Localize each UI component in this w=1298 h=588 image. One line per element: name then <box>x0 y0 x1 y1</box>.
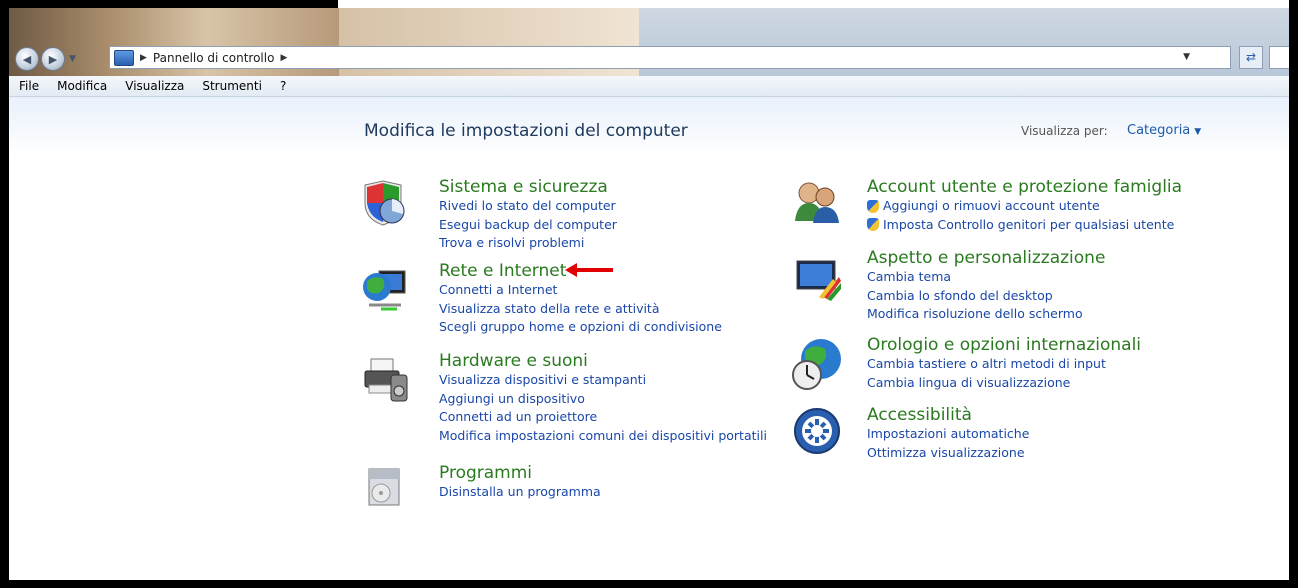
category-title-clock-region[interactable]: Orologio e opzioni internazionali <box>867 335 1141 355</box>
accessibility-icon <box>794 408 840 454</box>
monitor-paint-icon <box>796 260 841 301</box>
category-title-user-accounts[interactable]: Account utente e protezione famiglia <box>867 177 1182 197</box>
printer-speaker-icon <box>364 358 408 402</box>
menu-bar: File Modifica Visualizza Strumenti ? <box>9 76 1289 97</box>
menu-file[interactable]: File <box>19 79 39 93</box>
red-arrow-annotation-icon <box>565 263 613 277</box>
breadcrumb-arrow-icon[interactable]: ▶ <box>280 53 287 63</box>
link-review-computer-status[interactable]: Rivedi lo stato del computer <box>439 197 617 216</box>
recent-pages-dropdown-icon[interactable]: ▼ <box>69 54 76 64</box>
link-optimize-display[interactable]: Ottimizza visualizzazione <box>867 444 1029 463</box>
menu-visualizza[interactable]: Visualizza <box>125 79 184 93</box>
link-parental-controls-label: Imposta Controllo genitori per qualsiasi… <box>883 216 1175 232</box>
link-network-status[interactable]: Visualizza stato della rete e attività <box>439 300 722 319</box>
view-by-value: Categoria <box>1127 123 1191 138</box>
link-troubleshoot[interactable]: Trova e risolvi problemi <box>439 234 617 253</box>
link-devices-printers[interactable]: Visualizza dispositivi e stampanti <box>439 371 767 390</box>
link-add-device[interactable]: Aggiungi un dispositivo <box>439 390 767 409</box>
refresh-button[interactable]: ⇄ <box>1239 46 1263 69</box>
window-chrome: ◀ ▶ ▼ ▶ Pannello di controllo ▶ ▼ ⇄ <box>9 8 1289 76</box>
globe-clock-icon <box>792 339 841 390</box>
refresh-icon: ⇄ <box>1245 50 1257 64</box>
shield-pie-icon <box>364 180 405 226</box>
link-display-language[interactable]: Cambia lingua di visualizzazione <box>867 374 1141 393</box>
link-uninstall-program[interactable]: Disinstalla un programma <box>439 483 601 502</box>
link-mobility-settings[interactable]: Modifica impostazioni comuni dei disposi… <box>439 427 767 446</box>
link-change-background[interactable]: Cambia lo sfondo del desktop <box>867 287 1105 306</box>
menu-help[interactable]: ? <box>280 79 286 93</box>
control-panel-icon <box>114 49 134 66</box>
link-auto-settings[interactable]: Impostazioni automatiche <box>867 425 1029 444</box>
uac-shield-icon <box>867 199 879 213</box>
forward-button[interactable]: ▶ <box>41 47 65 71</box>
uac-shield-icon <box>867 218 879 232</box>
search-input[interactable] <box>1269 46 1289 69</box>
control-panel-content: Modifica le impostazioni del computer Vi… <box>9 97 1289 580</box>
breadcrumb-arrow-icon[interactable]: ▶ <box>140 53 147 63</box>
category-title-accessibility[interactable]: Accessibilità <box>867 405 1029 425</box>
breadcrumb-control-panel[interactable]: Pannello di controllo <box>153 51 275 65</box>
category-title-programs[interactable]: Programmi <box>439 463 601 483</box>
link-connect-internet[interactable]: Connetti a Internet <box>439 281 722 300</box>
chevron-down-icon: ▼ <box>1194 127 1202 137</box>
link-change-theme[interactable]: Cambia tema <box>867 268 1105 287</box>
link-homegroup-sharing[interactable]: Scegli gruppo home e opzioni di condivis… <box>439 318 722 337</box>
address-dropdown-icon[interactable]: ▼ <box>1183 52 1190 62</box>
category-appearance: Aspetto e personalizzazione Cambia tema … <box>867 248 1105 324</box>
back-button[interactable]: ◀ <box>15 47 39 71</box>
link-change-keyboards[interactable]: Cambia tastiere o altri metodi di input <box>867 355 1141 374</box>
users-icon <box>795 182 839 223</box>
category-programs: Programmi Disinstalla un programma <box>439 463 601 502</box>
link-backup-computer[interactable]: Esegui backup del computer <box>439 216 617 235</box>
programs-box-icon <box>368 468 400 506</box>
category-hardware-sound: Hardware e suoni Visualizza dispositivi … <box>439 351 767 445</box>
link-add-remove-accounts[interactable]: Aggiungi o rimuovi account utente <box>867 197 1182 216</box>
address-bar[interactable]: ▶ Pannello di controllo ▶ ▼ <box>109 46 1231 69</box>
category-system-security: Sistema e sicurezza Rivedi lo stato del … <box>439 177 617 253</box>
category-accessibility: Accessibilità Impostazioni automatiche O… <box>867 405 1029 462</box>
link-add-remove-accounts-label: Aggiungi o rimuovi account utente <box>883 198 1100 213</box>
globe-network-icon <box>363 270 406 311</box>
category-title-system-security[interactable]: Sistema e sicurezza <box>439 177 617 197</box>
top-border <box>0 0 1298 8</box>
link-connect-projector[interactable]: Connetti ad un proiettore <box>439 408 767 427</box>
navigation-buttons: ◀ ▶ ▼ <box>15 47 76 71</box>
link-parental-controls[interactable]: Imposta Controllo genitori per qualsiasi… <box>867 216 1182 235</box>
menu-strumenti[interactable]: Strumenti <box>202 79 262 93</box>
menu-modifica[interactable]: Modifica <box>57 79 107 93</box>
category-clock-region: Orologio e opzioni internazionali Cambia… <box>867 335 1141 392</box>
category-title-hardware-sound[interactable]: Hardware e suoni <box>439 351 767 371</box>
category-user-accounts: Account utente e protezione famiglia Agg… <box>867 177 1182 234</box>
view-by-dropdown[interactable]: Categoria ▼ <box>1127 123 1201 138</box>
page-title: Modifica le impostazioni del computer <box>364 121 688 141</box>
view-by-label: Visualizza per: <box>1021 124 1108 138</box>
category-title-appearance[interactable]: Aspetto e personalizzazione <box>867 248 1105 268</box>
link-screen-resolution[interactable]: Modifica risoluzione dello schermo <box>867 305 1105 324</box>
